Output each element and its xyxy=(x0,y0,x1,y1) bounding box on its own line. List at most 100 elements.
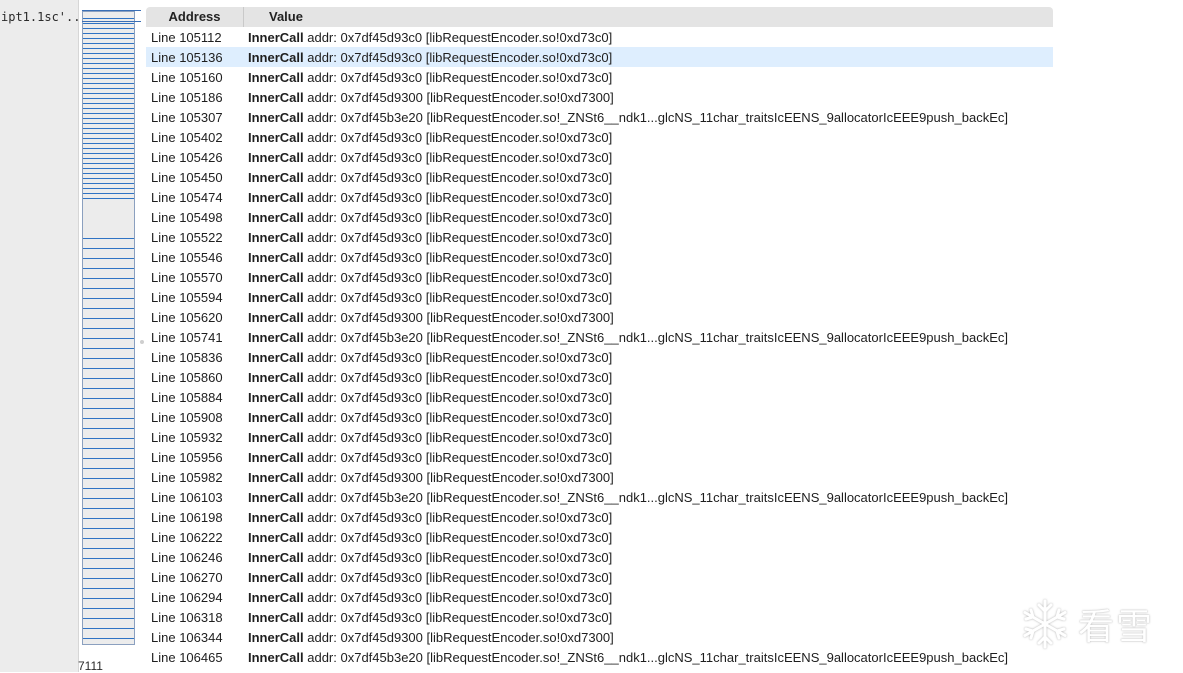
minimap-tick xyxy=(83,123,134,124)
call-address-text: addr: 0x7df45d93c0 [libRequestEncoder.so… xyxy=(303,29,613,45)
call-type-keyword: InnerCall xyxy=(248,149,304,165)
minimap-tick xyxy=(83,118,134,119)
table-row[interactable]: Line 106246 InnerCall addr: 0x7df45d93c0 … xyxy=(146,547,1053,567)
table-row[interactable]: Line 106222 InnerCall addr: 0x7df45d93c0 … xyxy=(146,527,1053,547)
table-row[interactable]: Line 105860 InnerCall addr: 0x7df45d93c0 … xyxy=(146,367,1053,387)
table-row[interactable]: Line 106270 InnerCall addr: 0x7df45d93c0 … xyxy=(146,567,1053,587)
call-type-keyword: InnerCall xyxy=(248,549,304,565)
column-header-address[interactable]: Address xyxy=(146,7,244,27)
address-cell: Line 105522 xyxy=(151,229,223,245)
minimap-tick xyxy=(83,73,134,74)
table-row[interactable]: Line 105402 InnerCall addr: 0x7df45d93c0 … xyxy=(146,127,1053,147)
minimap-tick xyxy=(83,113,134,114)
address-cell: Line 105186 xyxy=(151,89,223,105)
address-cell: Line 106294 xyxy=(151,589,223,605)
call-address-text: addr: 0x7df45d93c0 [libRequestEncoder.so… xyxy=(303,289,613,305)
table-row[interactable]: Line 105982 InnerCall addr: 0x7df45d9300 … xyxy=(146,467,1053,487)
minimap-tick xyxy=(83,498,134,499)
table-row[interactable]: Line 105112 InnerCall addr: 0x7df45d93c0 … xyxy=(146,27,1053,47)
minimap-viewport-marker[interactable] xyxy=(82,10,141,22)
call-type-keyword: InnerCall xyxy=(248,449,304,465)
call-type-keyword: InnerCall xyxy=(248,229,304,245)
minimap-tick xyxy=(83,48,134,49)
address-cell: Line 105956 xyxy=(151,449,223,465)
table-row[interactable]: Line 105136 InnerCall addr: 0x7df45d93c0 … xyxy=(146,47,1053,67)
minimap-tick xyxy=(83,23,134,24)
trace-minimap[interactable] xyxy=(82,10,141,645)
minimap-tick xyxy=(83,33,134,34)
table-row[interactable]: Line 106294 InnerCall addr: 0x7df45d93c0 … xyxy=(146,587,1053,607)
minimap-tick xyxy=(83,133,134,134)
table-row[interactable]: Line 105160 InnerCall addr: 0x7df45d93c0 … xyxy=(146,67,1053,87)
table-row[interactable]: Line 105450 InnerCall addr: 0x7df45d93c0 … xyxy=(146,167,1053,187)
call-type-keyword: InnerCall xyxy=(248,249,304,265)
table-row[interactable]: Line 105908 InnerCall addr: 0x7df45d93c0 … xyxy=(146,407,1053,427)
table-row[interactable]: Line 106318 InnerCall addr: 0x7df45d93c0 … xyxy=(146,607,1053,627)
address-cell: Line 106344 xyxy=(151,629,223,645)
table-row[interactable]: Line 105186 InnerCall addr: 0x7df45d9300 … xyxy=(146,87,1053,107)
address-cell: Line 106103 xyxy=(151,489,223,505)
column-header-value[interactable]: Value xyxy=(244,7,303,27)
call-address-text: addr: 0x7df45b3e20 [libRequestEncoder.so… xyxy=(303,649,1008,665)
address-cell: Line 105741 xyxy=(151,329,223,345)
table-row[interactable]: Line 105570 InnerCall addr: 0x7df45d93c0 … xyxy=(146,267,1053,287)
call-type-keyword: InnerCall xyxy=(248,609,304,625)
call-type-keyword: InnerCall xyxy=(248,349,304,365)
call-type-keyword: InnerCall xyxy=(248,269,304,285)
table-row[interactable]: Line 105932 InnerCall addr: 0x7df45d93c0 … xyxy=(146,427,1053,447)
call-address-text: addr: 0x7df45d93c0 [libRequestEncoder.so… xyxy=(303,429,613,445)
table-row[interactable]: Line 105836 InnerCall addr: 0x7df45d93c0 … xyxy=(146,347,1053,367)
table-row[interactable]: Line 105620 InnerCall addr: 0x7df45d9300 … xyxy=(146,307,1053,327)
value-cell: InnerCall addr: 0x7df45d93c0 [libRequest… xyxy=(248,350,612,365)
table-row[interactable]: Line 106465 InnerCall addr: 0x7df45b3e20 … xyxy=(146,647,1053,667)
minimap-tick xyxy=(83,258,134,259)
value-cell: InnerCall addr: 0x7df45b3e20 [libRequest… xyxy=(248,330,1008,345)
minimap-tick xyxy=(83,178,134,179)
value-cell: InnerCall addr: 0x7df45d9300 [libRequest… xyxy=(248,90,614,105)
minimap-tick xyxy=(83,128,134,129)
minimap-tick xyxy=(83,478,134,479)
watermark-text: 看雪 xyxy=(1078,607,1155,648)
script-file-label[interactable]: ipt1.1sc'.. xyxy=(1,10,87,24)
minimap-tick xyxy=(83,83,134,84)
table-row[interactable]: Line 106344 InnerCall addr: 0x7df45d9300 … xyxy=(146,627,1053,647)
table-row[interactable]: Line 105307 InnerCall addr: 0x7df45b3e20 … xyxy=(146,107,1053,127)
table-row[interactable]: Line 105956 InnerCall addr: 0x7df45d93c0 … xyxy=(146,447,1053,467)
minimap-tick xyxy=(83,518,134,519)
table-row[interactable]: Line 105426 InnerCall addr: 0x7df45d93c0 … xyxy=(146,147,1053,167)
table-row[interactable]: Line 105741 InnerCall addr: 0x7df45b3e20 … xyxy=(146,327,1053,347)
value-cell: InnerCall addr: 0x7df45d93c0 [libRequest… xyxy=(248,30,612,45)
minimap-tick xyxy=(83,248,134,249)
minimap-tick xyxy=(83,488,134,489)
call-address-text: addr: 0x7df45d93c0 [libRequestEncoder.so… xyxy=(303,409,613,425)
call-address-text: addr: 0x7df45d93c0 [libRequestEncoder.so… xyxy=(303,549,613,565)
minimap-tick xyxy=(83,388,134,389)
address-cell: Line 105620 xyxy=(151,309,223,325)
minimap-tick xyxy=(83,43,134,44)
table-row[interactable]: Line 105884 InnerCall addr: 0x7df45d93c0 … xyxy=(146,387,1053,407)
table-row[interactable]: Line 105594 InnerCall addr: 0x7df45d93c0 … xyxy=(146,287,1053,307)
table-row[interactable]: Line 105522 InnerCall addr: 0x7df45d93c0 … xyxy=(146,227,1053,247)
value-cell: InnerCall addr: 0x7df45b3e20 [libRequest… xyxy=(248,110,1008,125)
table-row[interactable]: Line 105546 InnerCall addr: 0x7df45d93c0 … xyxy=(146,247,1053,267)
table-row[interactable]: Line 105498 InnerCall addr: 0x7df45d93c0 … xyxy=(146,207,1053,227)
minimap-tick xyxy=(83,408,134,409)
value-cell: InnerCall addr: 0x7df45b3e20 [libRequest… xyxy=(248,650,1008,665)
value-cell: InnerCall addr: 0x7df45d9300 [libRequest… xyxy=(248,310,614,325)
minimap-tick xyxy=(83,558,134,559)
table-row[interactable]: Line 106103 InnerCall addr: 0x7df45b3e20 … xyxy=(146,487,1053,507)
minimap-tick xyxy=(83,53,134,54)
minimap-tick xyxy=(83,548,134,549)
call-address-text: addr: 0x7df45d93c0 [libRequestEncoder.so… xyxy=(303,49,613,65)
minimap-tick xyxy=(83,198,134,199)
call-type-keyword: InnerCall xyxy=(248,109,304,125)
table-row[interactable]: Line 105474 InnerCall addr: 0x7df45d93c0 … xyxy=(146,187,1053,207)
call-address-text: addr: 0x7df45d93c0 [libRequestEncoder.so… xyxy=(303,369,613,385)
address-cell: Line 105884 xyxy=(151,389,223,405)
minimap-tick xyxy=(83,58,134,59)
minimap-tick xyxy=(83,328,134,329)
minimap-tick xyxy=(83,418,134,419)
value-cell: InnerCall addr: 0x7df45d9300 [libRequest… xyxy=(248,630,614,645)
minimap-tick xyxy=(83,78,134,79)
table-row[interactable]: Line 106198 InnerCall addr: 0x7df45d93c0 … xyxy=(146,507,1053,527)
